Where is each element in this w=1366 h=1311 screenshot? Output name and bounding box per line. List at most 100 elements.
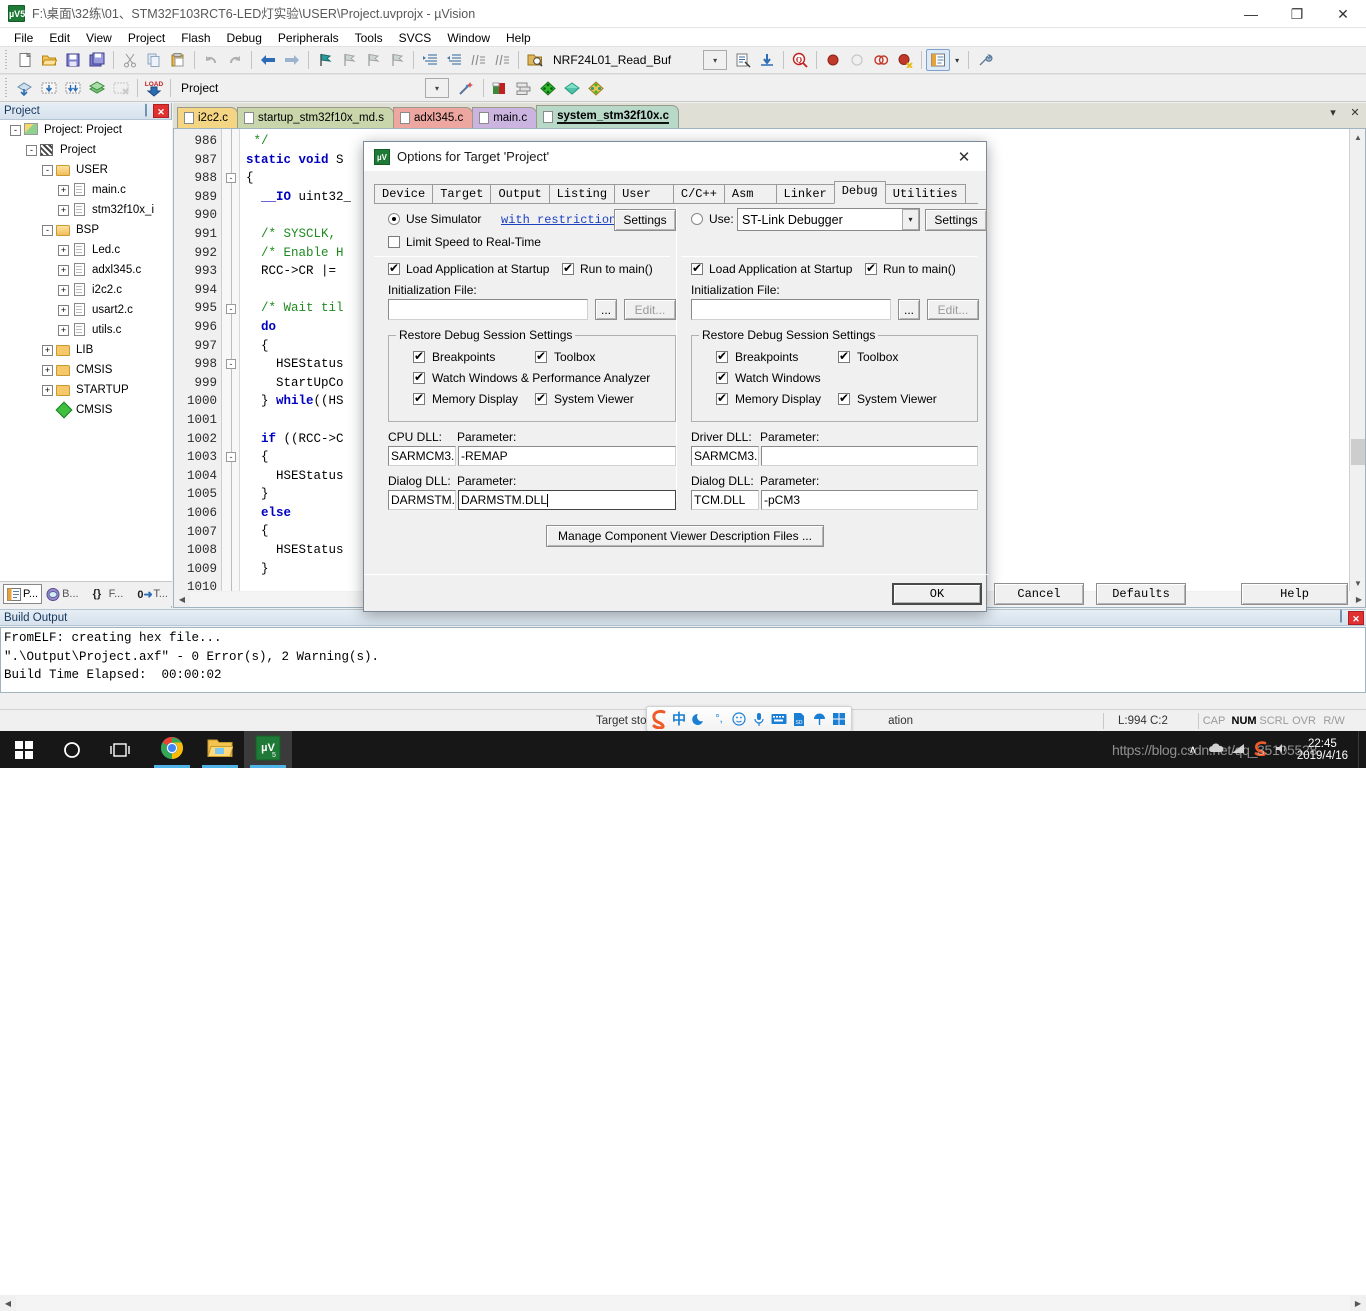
ok-button[interactable]: OK xyxy=(892,583,982,605)
build-hscroll-track[interactable] xyxy=(16,1296,1350,1311)
configure-icon[interactable] xyxy=(973,49,997,71)
maximize-button[interactable]: ❐ xyxy=(1274,0,1320,28)
expander-icon[interactable]: + xyxy=(42,365,53,376)
chinese-mode-icon[interactable]: 中 xyxy=(669,708,689,730)
menu-window[interactable]: Window xyxy=(439,29,498,47)
start-button[interactable] xyxy=(0,731,48,768)
pack-installer-icon[interactable] xyxy=(536,77,560,99)
keil-taskbar-button[interactable]: µV5 xyxy=(244,731,292,768)
tree-node-file-i2c2-c[interactable]: + i2c2.c xyxy=(0,280,172,300)
menu-edit[interactable]: Edit xyxy=(41,29,78,47)
dbg-dialog-param-input[interactable]: -pCM3 xyxy=(761,490,978,510)
dbg-run-to-main-checkbox[interactable] xyxy=(865,263,877,275)
tree-node-group-startup[interactable]: + STARTUP xyxy=(0,380,172,400)
build-icon[interactable] xyxy=(37,77,61,99)
sim-watch-windows-checkbox[interactable] xyxy=(413,372,425,384)
sim-run-to-main-checkbox[interactable] xyxy=(562,263,574,275)
remove-breakpoint-icon[interactable] xyxy=(845,49,869,71)
stop-build-icon[interactable] xyxy=(109,77,133,99)
sim-system-viewer-checkbox[interactable] xyxy=(535,393,547,405)
menu-debug[interactable]: Debug xyxy=(219,29,270,47)
tree-node-project-root[interactable]: - Project: Project xyxy=(0,120,172,140)
dialog-tab-cpp[interactable]: C/C++ xyxy=(673,184,725,204)
build-scroll-right-icon[interactable]: ▶ xyxy=(1350,1296,1366,1311)
save-icon[interactable] xyxy=(61,49,85,71)
close-button[interactable]: ✕ xyxy=(1320,0,1366,28)
sim-init-file-input[interactable] xyxy=(388,299,588,320)
expander-icon[interactable]: + xyxy=(58,285,69,296)
project-window-dropdown-icon[interactable]: ▾ xyxy=(950,49,964,71)
bookmark-next-icon[interactable] xyxy=(361,49,385,71)
build-output-close-icon[interactable]: ✕ xyxy=(1348,611,1364,625)
sim-init-file-edit-button[interactable]: Edit... xyxy=(624,299,676,320)
dbg-init-file-input[interactable] xyxy=(691,299,891,320)
menu-flash[interactable]: Flash xyxy=(173,29,218,47)
tree-node-group-bsp[interactable]: - BSP xyxy=(0,220,172,240)
dialog-close-button[interactable]: ✕ xyxy=(942,142,986,171)
indent-decrease-icon[interactable] xyxy=(442,49,466,71)
function-combo-arrow[interactable]: ▾ xyxy=(703,50,727,70)
cpu-param-input[interactable]: -REMAP xyxy=(458,446,676,466)
comment-icon[interactable] xyxy=(466,49,490,71)
translate-icon[interactable] xyxy=(13,77,37,99)
build-toolbar-grip[interactable] xyxy=(3,78,11,98)
fold-toggle-icon[interactable]: - xyxy=(226,173,236,183)
sim-load-app-checkbox[interactable] xyxy=(388,263,400,275)
dbg-memory-display-row[interactable]: Memory Display xyxy=(716,392,821,406)
dbg-watch-windows-row[interactable]: Watch Windows xyxy=(716,371,821,385)
sogou-logo-icon[interactable] xyxy=(649,708,669,730)
with-restrictions-link[interactable]: with restrictions xyxy=(501,213,623,227)
menu-view[interactable]: View xyxy=(78,29,120,47)
dialog-tab-linker[interactable]: Linker xyxy=(776,184,835,204)
dialog-dll-input[interactable]: DARMSTM.DLL xyxy=(388,490,456,510)
uncomment-icon[interactable] xyxy=(490,49,514,71)
target-options-wand-icon[interactable] xyxy=(455,77,479,99)
expander-icon[interactable]: - xyxy=(42,225,53,236)
dialog-tab-asm[interactable]: Asm xyxy=(724,184,777,204)
menu-svcs[interactable]: SVCS xyxy=(391,29,440,47)
sim-breakpoints-row[interactable]: Breakpoints xyxy=(413,350,495,364)
task-view-button[interactable] xyxy=(96,731,144,768)
expander-icon[interactable]: + xyxy=(58,305,69,316)
microphone-icon[interactable] xyxy=(749,708,769,730)
expander-icon[interactable]: - xyxy=(26,145,37,156)
cortana-button[interactable] xyxy=(48,731,96,768)
limit-speed-row[interactable]: Limit Speed to Real-Time xyxy=(388,235,541,249)
minimize-button[interactable]: — xyxy=(1228,0,1274,28)
scroll-thumb[interactable] xyxy=(1351,439,1365,465)
dbg-breakpoints-checkbox[interactable] xyxy=(716,351,728,363)
indent-increase-icon[interactable] xyxy=(418,49,442,71)
sim-init-file-browse-button[interactable]: ... xyxy=(595,299,617,320)
tree-node-file-led-c[interactable]: + Led.c xyxy=(0,240,172,260)
expander-icon[interactable]: + xyxy=(42,385,53,396)
sim-system-viewer-row[interactable]: System Viewer xyxy=(535,392,634,406)
scroll-down-icon[interactable]: ▼ xyxy=(1350,575,1366,591)
punctuation-icon[interactable]: °, xyxy=(709,708,729,730)
sd-icon[interactable]: SD xyxy=(789,708,809,730)
expander-icon[interactable]: + xyxy=(42,345,53,356)
project-panel-close-icon[interactable]: ✕ xyxy=(153,104,169,118)
navigate-back-icon[interactable] xyxy=(256,49,280,71)
menu-file[interactable]: File xyxy=(6,29,41,47)
bookmark-toggle-icon[interactable] xyxy=(313,49,337,71)
chrome-taskbar-button[interactable] xyxy=(148,731,196,768)
build-pin-icon[interactable]: ⏐ xyxy=(1334,611,1348,624)
navigate-forward-icon[interactable] xyxy=(280,49,304,71)
expander-icon[interactable]: + xyxy=(58,205,69,216)
smiley-icon[interactable] xyxy=(729,708,749,730)
dialog-tab-debug[interactable]: Debug xyxy=(834,181,886,204)
expander-icon[interactable]: + xyxy=(58,185,69,196)
debugger-select[interactable]: ST-Link Debugger ▾ xyxy=(737,208,920,231)
tab-close-icon[interactable]: ✕ xyxy=(1348,106,1362,119)
dialog-param-input[interactable]: DARMSTM.DLL xyxy=(458,490,676,510)
pin-icon[interactable]: ⏐ xyxy=(139,105,153,118)
tab-books[interactable]: B... xyxy=(42,584,83,604)
insert-breakpoint-icon[interactable] xyxy=(821,49,845,71)
tab-project[interactable]: P... xyxy=(3,584,42,604)
manage-run-time-env-icon[interactable] xyxy=(488,77,512,99)
configuration-wizard-icon[interactable]: Q xyxy=(788,49,812,71)
tab-list-dropdown-icon[interactable]: ▾ xyxy=(1326,106,1340,119)
fold-toggle-icon[interactable]: - xyxy=(226,304,236,314)
debugger-settings-button[interactable]: Settings xyxy=(925,209,987,231)
editor-vertical-scrollbar[interactable]: ▲ ▼ xyxy=(1349,129,1365,607)
